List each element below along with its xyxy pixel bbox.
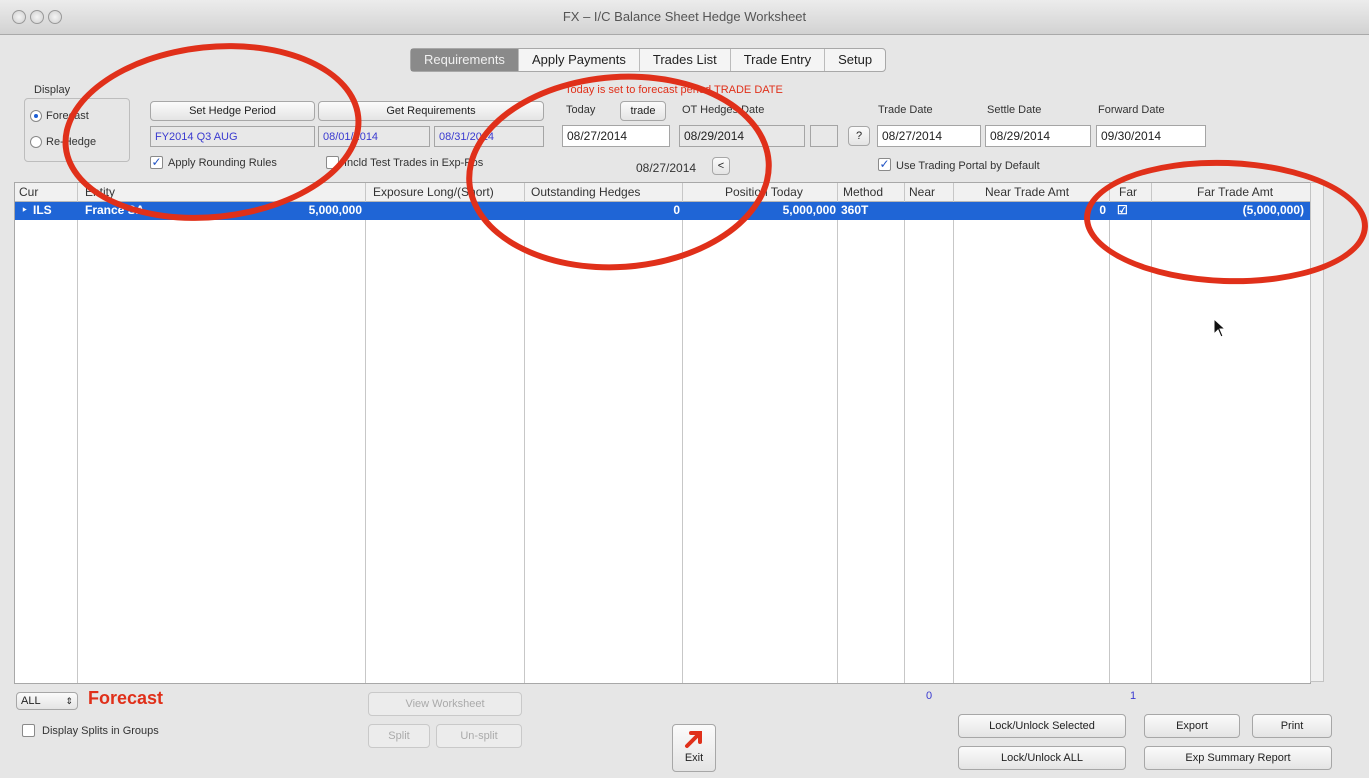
ot-hedges-extra-field: [810, 125, 838, 147]
column-divider: [524, 183, 525, 683]
exit-arrow-icon: [685, 731, 702, 748]
cell-position: 5,000,000: [782, 203, 836, 217]
exit-button[interactable]: Exit: [672, 724, 716, 772]
filter-select[interactable]: ALL ⇕: [16, 692, 78, 710]
column-divider: [837, 183, 838, 683]
window-title: FX – I/C Balance Sheet Hedge Worksheet: [562, 9, 807, 24]
use-portal-checkbox[interactable]: ✓: [878, 158, 891, 171]
split-button[interactable]: Split: [368, 724, 430, 748]
cell-cur: ILS: [33, 203, 52, 217]
col-cur[interactable]: Cur: [19, 185, 38, 199]
cell-method: 360T: [841, 203, 869, 217]
unsplit-button[interactable]: Un-split: [436, 724, 522, 748]
tab-trade-entry[interactable]: Trade Entry: [731, 49, 826, 71]
print-button[interactable]: Print: [1252, 714, 1332, 738]
help-button[interactable]: ?: [848, 126, 870, 146]
trade-date-field[interactable]: 08/27/2014: [877, 125, 981, 147]
display-splits-checkbox[interactable]: [22, 724, 35, 737]
exit-label: Exit: [684, 752, 704, 764]
filter-select-value: ALL: [21, 695, 41, 707]
mode-label: Forecast: [88, 688, 164, 708]
column-divider: [953, 183, 954, 683]
col-near[interactable]: Near: [909, 185, 935, 199]
forward-date-label: Forward Date: [1098, 104, 1165, 116]
tab-bar: Requirements Apply Payments Trades List …: [410, 48, 887, 72]
column-divider: [1109, 183, 1110, 683]
lock-unlock-selected-button[interactable]: Lock/Unlock Selected: [958, 714, 1126, 738]
tab-requirements[interactable]: Requirements: [411, 49, 519, 71]
tab-setup[interactable]: Setup: [825, 49, 885, 71]
tab-apply-payments[interactable]: Apply Payments: [519, 49, 640, 71]
lock-unlock-all-button[interactable]: Lock/Unlock ALL: [958, 746, 1126, 770]
mouse-cursor-icon: [1213, 318, 1227, 338]
col-method[interactable]: Method: [843, 185, 883, 199]
display-label: Display: [34, 84, 71, 96]
cell-exposure: 5,000,000: [308, 203, 362, 217]
display-splits-label: Display Splits in Groups: [42, 725, 159, 737]
app-window: FX – I/C Balance Sheet Hedge Worksheet R…: [0, 0, 1369, 778]
near-count: 0: [926, 690, 933, 702]
column-divider: [904, 183, 905, 683]
column-divider: [77, 183, 78, 683]
col-near-trade-amt[interactable]: Near Trade Amt: [985, 185, 1069, 199]
view-worksheet-button[interactable]: View Worksheet: [368, 692, 522, 716]
forecast-radio[interactable]: [30, 110, 42, 122]
incl-test-trades-label: Incld Test Trades in Exp-Pos: [344, 157, 484, 169]
trade-date-label: Trade Date: [878, 104, 933, 116]
tab-trades-list[interactable]: Trades List: [640, 49, 731, 71]
settle-date-label: Settle Date: [987, 104, 1042, 116]
column-divider: [365, 183, 366, 683]
use-portal-label: Use Trading Portal by Default: [896, 160, 1040, 172]
forward-date-field[interactable]: 09/30/2014: [1096, 125, 1206, 147]
far-count: 1: [1130, 690, 1137, 702]
title-bar: FX – I/C Balance Sheet Hedge Worksheet: [0, 0, 1369, 35]
rehedge-radio[interactable]: [30, 136, 42, 148]
settle-date-field[interactable]: 08/29/2014: [985, 125, 1091, 147]
exp-summary-report-button[interactable]: Exp Summary Report: [1144, 746, 1332, 770]
export-button[interactable]: Export: [1144, 714, 1240, 738]
chevron-updown-icon: ⇕: [65, 696, 73, 706]
